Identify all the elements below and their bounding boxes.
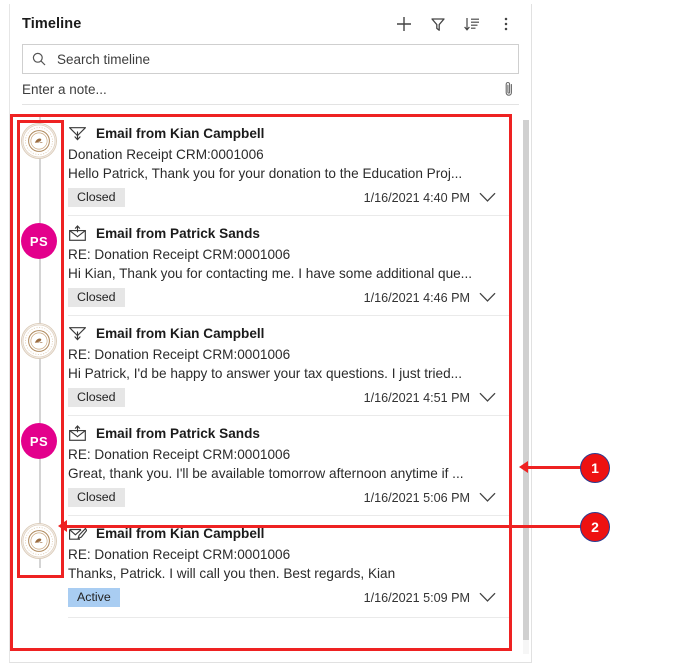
status-badge: Closed <box>68 488 125 508</box>
entry-title-row: Email from Patrick Sands <box>68 423 496 443</box>
entry-footer: Closed 1/16/2021 4:40 PM <box>68 188 496 208</box>
entry-footer: Closed 1/16/2021 4:51 PM <box>68 388 496 408</box>
annotation-arrowhead-2 <box>58 520 67 532</box>
entry-footer: Active 1/16/2021 5:09 PM <box>68 588 496 608</box>
entry-timestamp: 1/16/2021 4:46 PM <box>363 290 470 305</box>
search-input[interactable] <box>55 50 510 68</box>
filter-icon[interactable] <box>423 9 453 39</box>
entry-title-row: Email from Kian Campbell <box>68 323 496 343</box>
entry-timestamp: 1/16/2021 4:40 PM <box>363 190 470 205</box>
email-incoming-icon <box>68 425 87 441</box>
page-title: Timeline <box>22 16 82 32</box>
timeline-scrollbar[interactable] <box>523 120 529 654</box>
entry-timestamp: 1/16/2021 4:51 PM <box>363 390 470 405</box>
timeline-list: Email from Kian Campbell Donation Receipt… <box>10 116 510 650</box>
timeline-item[interactable]: Email from Kian Campbell RE: Donation Rec… <box>10 316 510 416</box>
entry-timestamp: 1/16/2021 5:09 PM <box>363 590 470 605</box>
timeline-rail <box>10 316 68 416</box>
entry-preview: Thanks, Patrick. I will call you then. B… <box>68 566 396 581</box>
entry-subject: RE: Donation Receipt CRM:0001006 <box>68 347 291 362</box>
org-logo-avatar[interactable] <box>21 523 57 559</box>
chevron-down-icon[interactable] <box>479 192 496 203</box>
org-logo-avatar[interactable] <box>21 123 57 159</box>
entry-preview: Great, thank you. I'll be available tomo… <box>68 466 464 481</box>
entry-subject: Donation Receipt CRM:0001006 <box>68 147 264 162</box>
entry-preview: Hi Patrick, I'd be happy to answer your … <box>68 366 462 381</box>
annotation-badge-1: 1 <box>580 453 610 483</box>
status-badge: Closed <box>68 288 125 308</box>
header-actions <box>389 9 521 39</box>
timeline-item[interactable]: Email from Kian Campbell Donation Receipt… <box>10 116 510 216</box>
email-outgoing-icon <box>68 125 87 141</box>
entry-preview: Hi Kian, Thank you for contacting me. I … <box>68 266 473 281</box>
timeline-entry[interactable]: Email from Kian Campbell RE: Donation Rec… <box>68 516 510 618</box>
entry-meta: 1/16/2021 4:51 PM <box>364 391 496 405</box>
timeline-entry[interactable]: Email from Patrick Sands RE: Donation Rec… <box>68 416 510 516</box>
search-timeline-box[interactable] <box>22 44 519 74</box>
entry-title-row: Email from Patrick Sands <box>68 223 496 243</box>
timeline-rail: PS <box>10 216 68 316</box>
timeline-entry[interactable]: Email from Patrick Sands RE: Donation Rec… <box>68 216 510 316</box>
email-outgoing-icon <box>68 325 87 341</box>
patrick-sands-avatar[interactable]: PS <box>21 223 57 259</box>
note-entry-row[interactable]: Enter a note... <box>22 74 519 105</box>
entry-subject: RE: Donation Receipt CRM:0001006 <box>68 247 291 262</box>
annotation-badge-2: 2 <box>580 512 610 542</box>
entry-subject: RE: Donation Receipt CRM:0001006 <box>68 447 291 462</box>
entry-meta: 1/16/2021 5:09 PM <box>364 591 496 605</box>
entry-timestamp: 1/16/2021 5:06 PM <box>363 490 470 505</box>
note-placeholder[interactable]: Enter a note... <box>22 82 501 97</box>
add-icon[interactable] <box>389 9 419 39</box>
status-badge: Closed <box>68 388 125 408</box>
search-icon <box>31 51 47 67</box>
status-badge: Active <box>68 588 120 608</box>
entry-footer: Closed 1/16/2021 5:06 PM <box>68 488 496 508</box>
chevron-down-icon[interactable] <box>479 292 496 303</box>
entry-meta: 1/16/2021 5:06 PM <box>364 491 496 505</box>
timeline-rail <box>10 116 68 216</box>
scrollbar-thumb[interactable] <box>523 120 529 640</box>
paperclip-icon[interactable] <box>501 80 519 98</box>
timeline-item[interactable]: Email from Kian Campbell RE: Donation Rec… <box>10 516 510 618</box>
timeline-item[interactable]: PS Email from Patrick Sands RE: Donation R… <box>10 216 510 316</box>
entry-title[interactable]: Email from Kian Campbell <box>96 326 264 341</box>
entry-meta: 1/16/2021 4:40 PM <box>364 191 496 205</box>
more-icon[interactable] <box>491 9 521 39</box>
screenshot-root: Timeline Search timeline Enter a note...… <box>0 0 700 667</box>
entry-title[interactable]: Email from Patrick Sands <box>96 426 260 441</box>
annotation-leader-1 <box>526 466 582 469</box>
timeline-item[interactable]: PS Email from Patrick Sands RE: Donation R… <box>10 416 510 516</box>
chevron-down-icon[interactable] <box>479 392 496 403</box>
entry-preview: Hello Patrick, Thank you for your donati… <box>68 166 463 181</box>
entry-footer: Closed 1/16/2021 4:46 PM <box>68 288 496 308</box>
timeline-entry[interactable]: Email from Kian Campbell Donation Receipt… <box>68 116 510 216</box>
patrick-sands-avatar[interactable]: PS <box>21 423 57 459</box>
entry-title[interactable]: Email from Kian Campbell <box>96 126 264 141</box>
chevron-down-icon[interactable] <box>479 592 496 603</box>
entry-title-row: Email from Kian Campbell <box>68 123 496 143</box>
annotation-leader-2 <box>66 525 582 528</box>
timeline-header: Timeline <box>10 4 531 44</box>
email-incoming-icon <box>68 225 87 241</box>
annotation-arrowhead-1 <box>519 461 528 473</box>
sort-icon[interactable] <box>457 9 487 39</box>
entry-title[interactable]: Email from Patrick Sands <box>96 226 260 241</box>
entry-meta: 1/16/2021 4:46 PM <box>364 291 496 305</box>
timeline-entry[interactable]: Email from Kian Campbell RE: Donation Rec… <box>68 316 510 416</box>
org-logo-avatar[interactable] <box>21 323 57 359</box>
entry-subject: RE: Donation Receipt CRM:0001006 <box>68 547 291 562</box>
timeline-rail: PS <box>10 416 68 516</box>
status-badge: Closed <box>68 188 125 208</box>
chevron-down-icon[interactable] <box>479 492 496 503</box>
